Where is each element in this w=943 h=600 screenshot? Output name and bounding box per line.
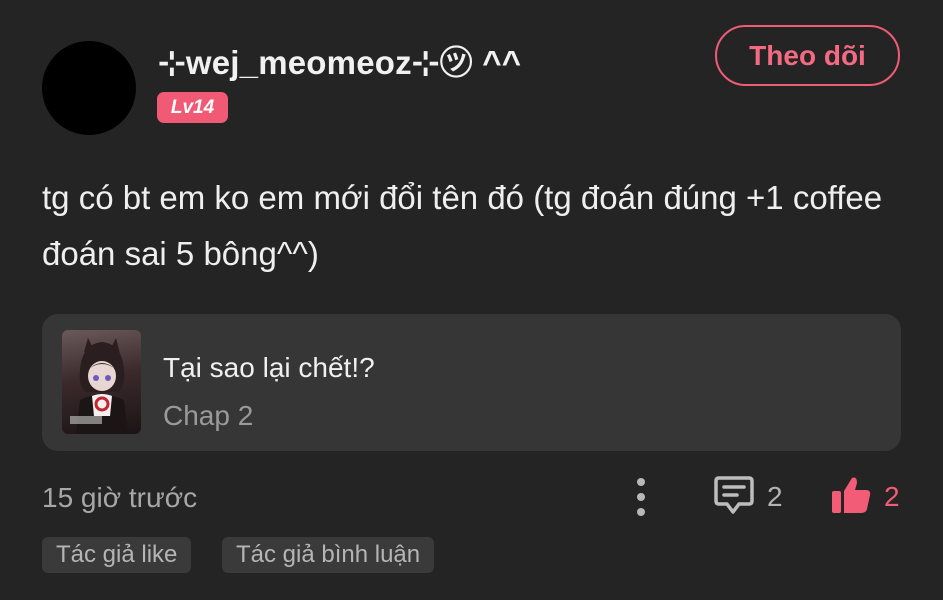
level-badge: Lv14 xyxy=(157,92,228,123)
chapter-title: Tại sao lại chết!? xyxy=(163,352,375,383)
username[interactable]: ⊹wej_meomeoz⊹㋡ ^^ xyxy=(158,36,521,84)
like-count: 2 xyxy=(884,481,900,512)
more-vertical-icon[interactable] xyxy=(628,476,654,518)
chapter-number: Chap 2 xyxy=(163,400,254,431)
comment-icon xyxy=(713,475,755,520)
follow-button[interactable]: Theo dõi xyxy=(715,25,900,86)
author-replied-tag: Tác giả bình luận xyxy=(222,537,435,573)
comment-button[interactable]: 2 xyxy=(713,474,783,520)
chapter-card[interactable]: Tại sao lại chết!? Chap 2 xyxy=(42,314,901,451)
comment-timestamp: 15 giờ trước xyxy=(42,482,198,513)
user-avatar[interactable] xyxy=(42,41,136,135)
chapter-thumbnail xyxy=(62,330,141,434)
comment-count: 2 xyxy=(767,481,783,512)
thumbs-up-icon xyxy=(830,475,872,520)
author-liked-tag: Tác giả like xyxy=(42,537,192,573)
like-button[interactable]: 2 xyxy=(830,474,900,520)
comment-text: tg có bt em ko em mới đổi tên đó (tg đoá… xyxy=(42,179,883,272)
